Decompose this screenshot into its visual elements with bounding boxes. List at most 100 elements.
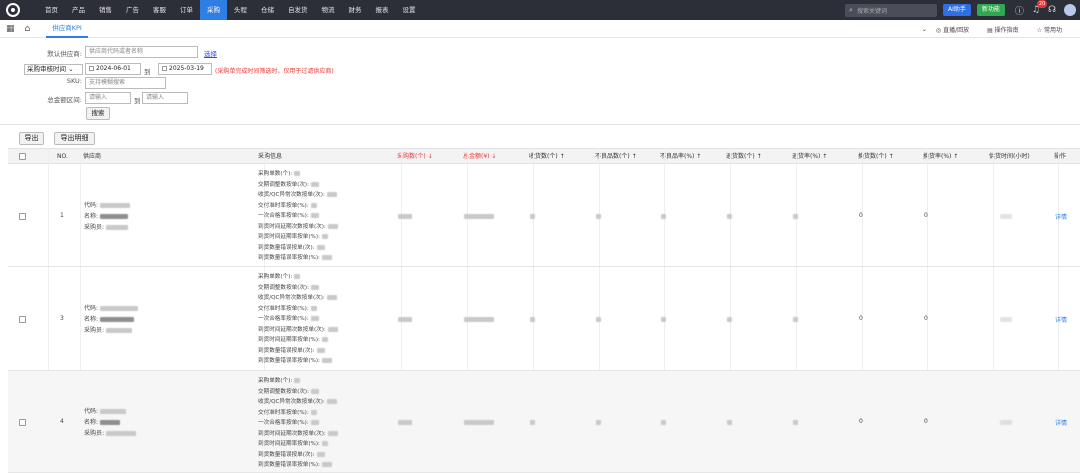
search-button[interactable]: 搜索 [86,107,110,120]
supplier-field-label: 代码: [84,305,99,312]
purchase-metric: 到货数量错误率按单(%): [258,460,332,468]
header-received-qty[interactable]: 收货数(个) ↑ [529,149,565,165]
date-to-input[interactable]: 2025-03-19 [158,63,212,75]
purchase-metric: 到货数量错误率按单(%): [258,253,332,261]
purchase-metric-label: 收货/QC异常次数按单(次): [258,295,325,301]
ai-assistant-button[interactable]: AI助手 [943,4,971,16]
redacted-value [310,213,319,218]
purchase-metric: 一次合格率按单(%): [258,418,319,426]
nav-item[interactable]: 财务 [342,0,369,20]
header-purchase-qty[interactable]: 采购数(个) ↓ [397,149,433,165]
exchange-qty: 0 [859,315,863,322]
amount-from-input[interactable]: 请输入 [85,92,131,104]
row-number: 1 [60,211,64,219]
favorites-link[interactable]: ☆ 常用功 [1037,25,1071,34]
app-logo-icon[interactable] [6,3,20,17]
live-replay-link[interactable]: ◎ 直播/回放 [936,25,978,34]
nav-item[interactable]: 采购 [200,0,227,20]
nav-item[interactable]: 头程 [227,0,254,20]
global-search-input[interactable]: ⌕ 搜索关键词 [845,3,938,17]
nav-item[interactable]: 设置 [396,0,423,20]
redacted-value [311,284,319,290]
nav-item[interactable]: 销售 [92,0,119,20]
nav-item[interactable]: 报表 [369,0,396,20]
purchase-metric-label: 采购单数(个): [258,378,293,384]
header-defect-qty[interactable]: 不良品数(个) ↑ [595,149,637,165]
header-no: NO. [57,153,68,160]
home-icon[interactable]: ⌂ [25,24,31,34]
nav-item[interactable]: 物流 [315,0,342,20]
purchase-metric-label: 交期调整数按单(次): [258,181,309,188]
header-lead-time: 供货时间(小时) [989,153,1030,160]
detail-link[interactable]: 详情 [1055,418,1067,427]
amount-to-input[interactable]: 请输入 [142,92,188,104]
row-checkbox[interactable] [19,212,26,220]
header-return-qty[interactable]: 退货数(个) ↑ [726,149,762,165]
purchase-metric: 采购单数(个): [258,272,301,280]
redacted-value [398,316,412,323]
supplier-field: 采购员: [84,222,128,231]
nav-item[interactable]: 自发货 [281,0,315,20]
bell-icon[interactable]: ♫ 20 [1032,0,1048,15]
row-number: 3 [60,315,64,322]
select-supplier-link[interactable]: 选择 [204,48,217,58]
avatar[interactable] [1064,4,1076,16]
time-type-select[interactable]: 采购审核时间 ⌄ [24,64,83,75]
tab-supplier-kpi[interactable]: 供应商KPI [46,20,88,38]
row-checkbox[interactable] [19,316,26,323]
table-row: 4 代码: 名称: 采购员: 采购单数(个): 交期调整数按单(次): 收货/QC异常… [8,371,1080,473]
purchase-metric: 到货时间延期率按单(%): [258,232,328,240]
purchase-metric-label: 收货/QC异常次数按单(次): [258,192,325,198]
tab-bar-tools: ⌄ ◎ 直播/回放 ▤ 操作指南 ☆ 常用功 [922,20,1080,38]
purchase-metric: 交期调整数按单(次): [258,387,319,395]
redacted-value [316,244,325,250]
purchase-metric: 收货/QC异常次数按单(次): [258,190,337,198]
nav-item[interactable]: 客服 [146,0,173,20]
header-exchange-qty[interactable]: 换货数(个) ↑ [858,149,894,165]
purchase-metric-label: 到货数量错误按单(次): [258,451,315,458]
redacted-value [327,223,338,229]
nav-item[interactable]: 广告 [119,0,146,20]
detail-link[interactable]: 详情 [1055,212,1067,221]
header-total-amount[interactable]: 总金额(¥) ↓ [463,149,496,165]
date-from-input[interactable]: 2024-06-01 [85,63,141,75]
nav-item[interactable]: 产品 [65,0,92,20]
redacted-value [1000,419,1012,426]
nav-item[interactable]: 订单 [173,0,200,20]
header-exchange-rate[interactable]: 换货率(%) ↑ [923,149,958,165]
calendar-icon [162,66,167,71]
export-detail-button[interactable]: 导出明细 [54,132,95,145]
header-defect-rate[interactable]: 不良品率(%) ↑ [660,149,701,165]
redacted-value [1000,213,1012,220]
supplier-input[interactable]: 供应商代码或者名称 [85,46,198,58]
header-return-rate[interactable]: 退货率(%) ↑ [792,149,827,165]
apps-grid-icon[interactable]: ▦ [6,24,15,34]
purchase-metric-label: 交付准时率按单(%): [258,409,309,416]
guide-link[interactable]: ▤ 操作指南 [987,25,1028,34]
purchase-metric: 采购单数(个): [258,376,301,384]
sku-input[interactable]: 支持模糊搜索 [85,77,166,89]
purchase-metric-label: 交付准时率按单(%): [258,305,309,312]
export-button[interactable]: 导出 [19,132,44,145]
chevron-down-icon[interactable]: ⌄ [922,26,927,33]
purchase-metric-label: 到货数量错误率按单(%): [258,462,320,468]
nav-item[interactable]: 首页 [38,0,65,20]
info-icon[interactable]: ⓘ [1015,4,1024,17]
supplier-field-label: 代码: [84,408,99,415]
headset-icon[interactable]: ☊ [1048,5,1056,15]
time-type-value: 采购审核时间 [27,65,66,73]
redacted-value [105,431,136,436]
redacted-value [99,409,126,414]
detail-link[interactable]: 详情 [1055,315,1067,324]
redacted-value [310,409,317,415]
row-checkbox[interactable] [19,419,26,426]
notification-badge: 20 [1036,0,1048,8]
new-feature-button[interactable]: 新功能 [976,4,1005,16]
redacted-value [311,388,319,394]
nav-item[interactable]: 仓储 [254,0,281,20]
select-all-checkbox[interactable] [19,153,26,160]
date-to-value: 2025-03-19 [169,65,204,72]
redacted-value [321,234,328,239]
redacted-value [661,419,666,426]
supplier-field: 代码: [84,303,138,312]
